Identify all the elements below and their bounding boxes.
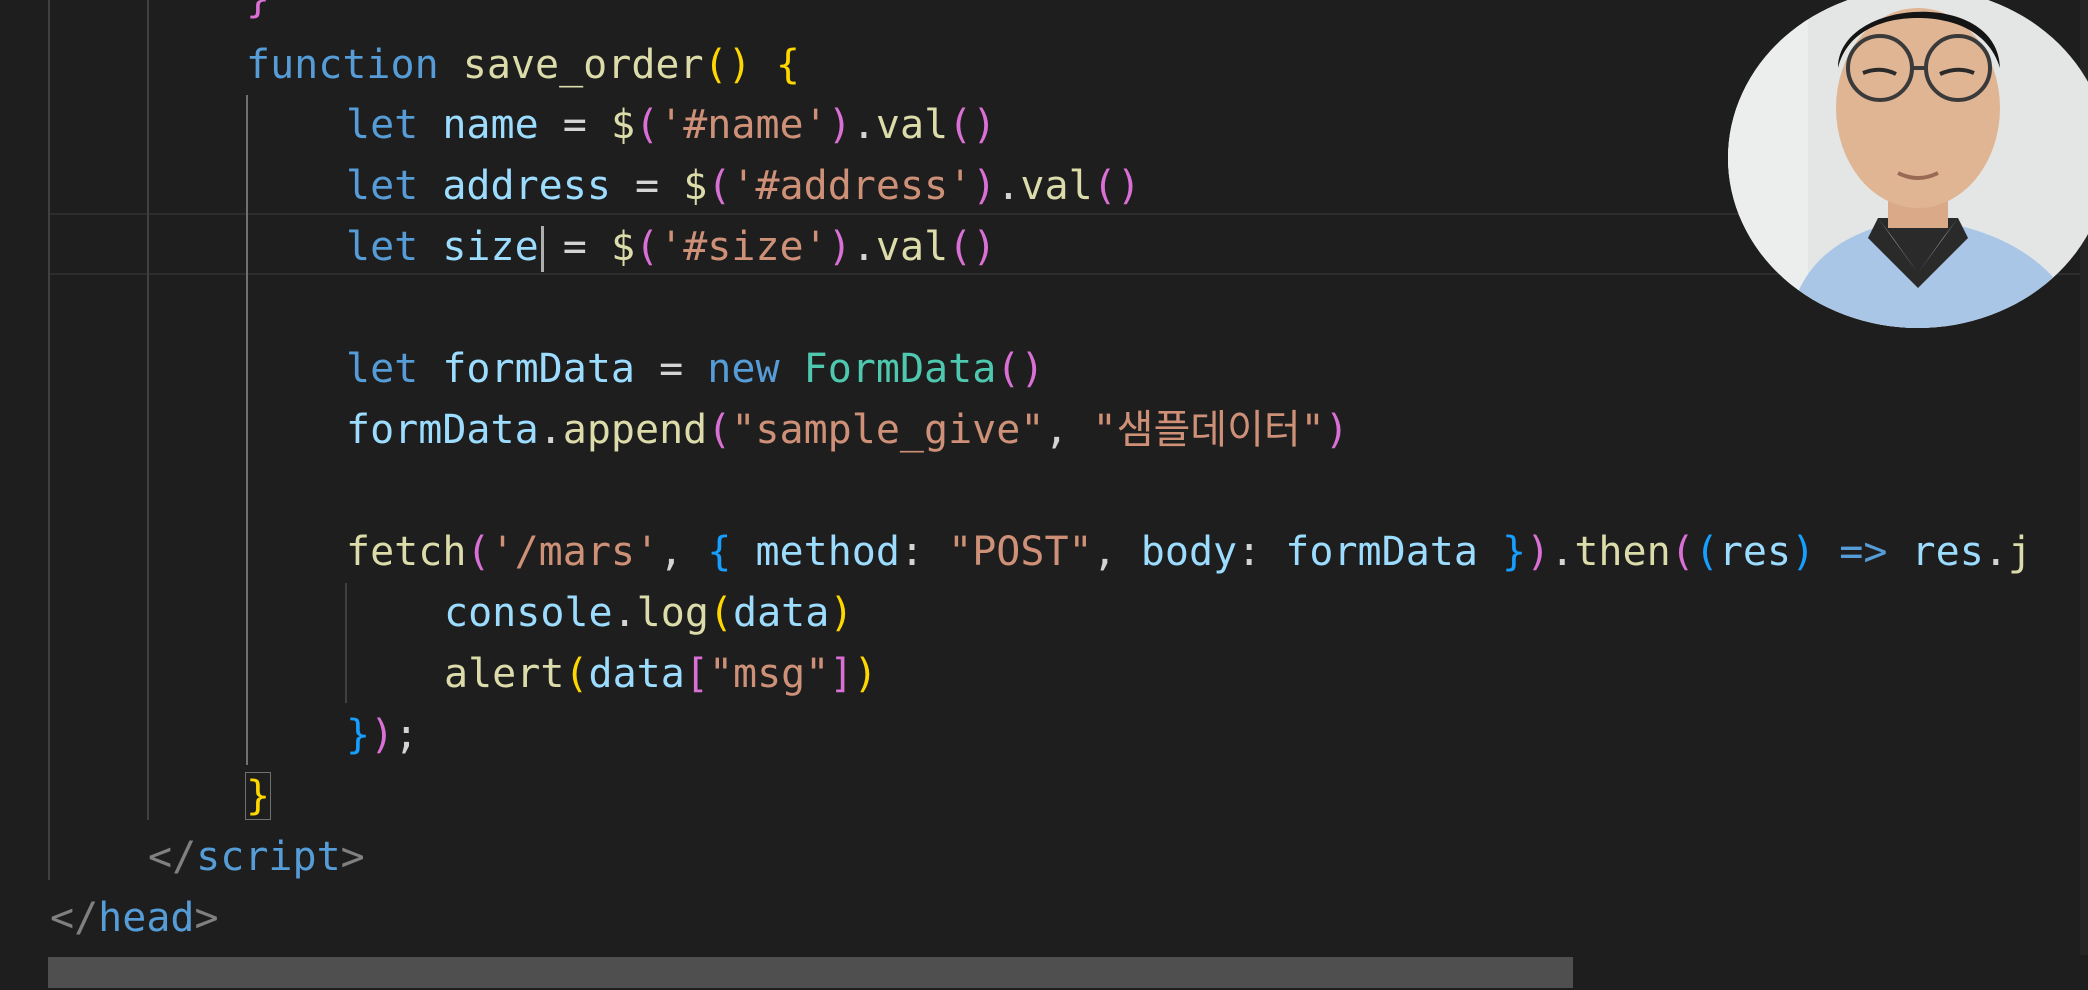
text-cursor: [541, 226, 544, 272]
keyword: let: [346, 102, 419, 148]
method: j: [2007, 529, 2032, 575]
string-literal: "sample_give": [731, 407, 1045, 453]
class-name: FormData: [803, 346, 997, 392]
code-line[interactable]: });: [0, 705, 418, 766]
method: append: [562, 407, 708, 453]
code-line-current[interactable]: let size = $('#size').val(): [0, 217, 996, 278]
keyword: new: [707, 346, 780, 392]
code-editor[interactable]: } function save_order() { let name = $('…: [0, 0, 2088, 990]
code-line[interactable]: }: [0, 0, 270, 30]
html-tag: script: [196, 834, 341, 880]
variable: size: [442, 224, 539, 270]
string-literal: '#size': [659, 224, 828, 270]
variable: data: [588, 651, 685, 697]
code-line[interactable]: </script>: [0, 827, 365, 888]
code-line[interactable]: formData.append("sample_give", "샘플데이터"): [0, 400, 1349, 461]
code-line[interactable]: }: [0, 766, 272, 827]
code-line[interactable]: </head>: [0, 888, 219, 949]
horizontal-scrollbar-thumb[interactable]: [48, 957, 1573, 988]
method: then: [1574, 529, 1671, 575]
code-line[interactable]: let formData = new FormData(): [0, 339, 1044, 400]
code-line[interactable]: alert(data["msg"]): [0, 644, 878, 705]
string-literal: '/mars': [490, 529, 660, 575]
function-call: fetch: [346, 529, 467, 575]
variable: formData: [346, 407, 539, 453]
method: val: [875, 102, 949, 148]
code-line[interactable]: let address = $('#address').val(): [0, 156, 1141, 217]
code-line[interactable]: function save_order() {: [0, 35, 800, 96]
variable: console: [444, 590, 613, 636]
method: val: [1020, 163, 1093, 209]
function-call: alert: [444, 651, 565, 697]
code-line[interactable]: console.log(data): [0, 583, 853, 644]
variable: address: [442, 163, 611, 209]
string-literal: "POST": [948, 529, 1093, 575]
string-literal: "샘플데이터": [1092, 407, 1325, 453]
method: val: [875, 224, 949, 270]
property-key: body: [1140, 529, 1238, 575]
variable: formData: [1285, 529, 1478, 575]
parameter: res: [1718, 529, 1792, 575]
code-line[interactable]: fetch('/mars', { method: "POST", body: f…: [0, 522, 2032, 583]
code-line[interactable]: let name = $('#name').val(): [0, 95, 996, 156]
variable: res: [1911, 529, 1984, 575]
keyword: let: [346, 163, 419, 209]
keyword: let: [346, 224, 419, 270]
method: log: [636, 590, 709, 636]
string-literal: "msg": [708, 651, 830, 697]
keyword: let: [346, 346, 419, 392]
keyword: function: [246, 42, 439, 88]
variable: data: [733, 590, 830, 636]
property-key: method: [755, 529, 900, 575]
html-tag: head: [98, 895, 195, 941]
variable: name: [442, 102, 539, 148]
string-literal: '#name': [659, 102, 828, 148]
variable: formData: [442, 346, 635, 392]
string-literal: '#address': [731, 163, 973, 209]
function-name: save_order: [462, 42, 704, 88]
